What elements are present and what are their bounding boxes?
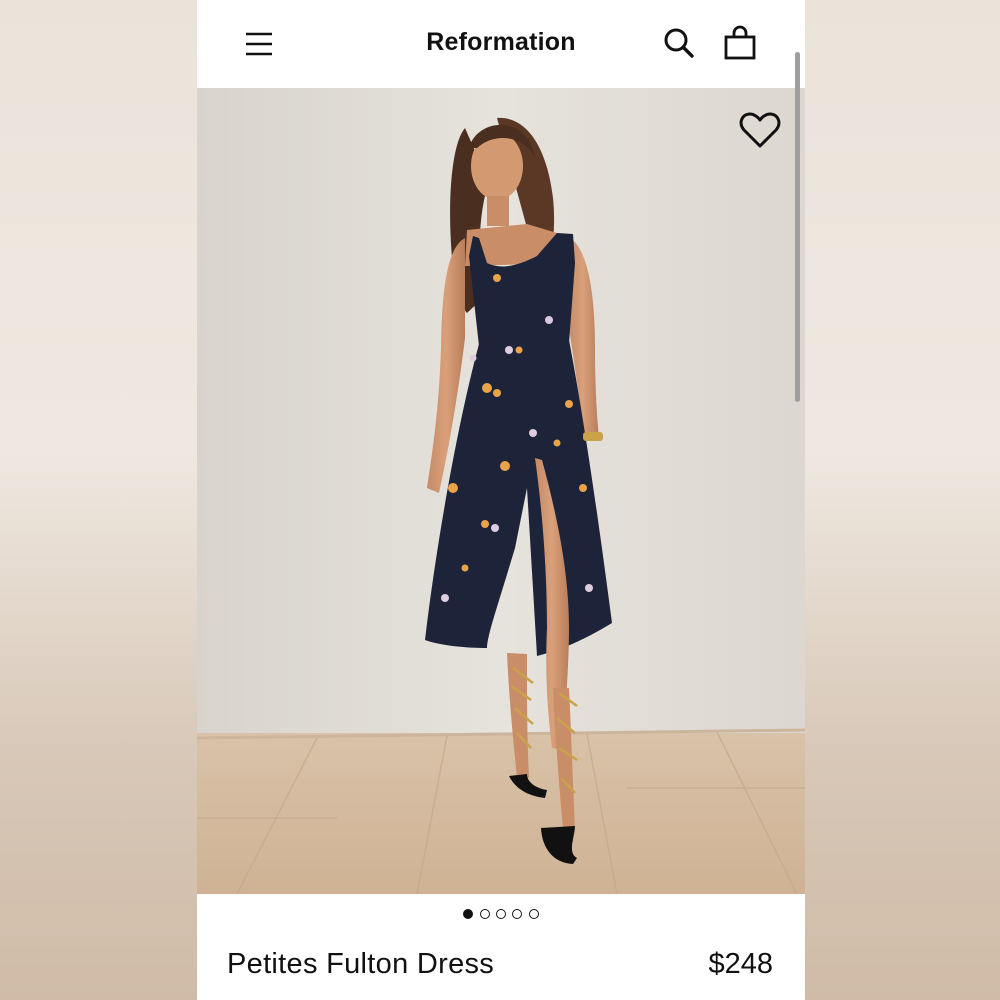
carousel-indicator <box>197 906 805 922</box>
top-nav-bar: Reformation <box>197 0 805 88</box>
search-icon[interactable] <box>663 27 695 59</box>
shopping-bag-icon[interactable] <box>723 25 757 61</box>
carousel-dot-3[interactable] <box>496 909 506 919</box>
product-image[interactable] <box>197 88 805 894</box>
carousel-dot-1[interactable] <box>463 909 474 919</box>
model-photo <box>197 88 805 894</box>
carousel-dot-4[interactable] <box>512 909 523 919</box>
product-page: Reformation Petites Fulton Dress $248 <box>197 0 805 1000</box>
carousel-dot-5[interactable] <box>528 909 539 919</box>
background-right-blur <box>805 0 1000 1000</box>
carousel-dot-2[interactable] <box>479 909 490 919</box>
background-left-blur <box>0 0 197 1000</box>
product-price: $248 <box>708 948 773 980</box>
brand-logo[interactable]: Reformation <box>197 28 805 57</box>
product-name: Petites Fulton Dress <box>227 948 495 980</box>
scrollbar[interactable] <box>795 52 800 402</box>
heart-outline-icon[interactable] <box>739 110 781 150</box>
